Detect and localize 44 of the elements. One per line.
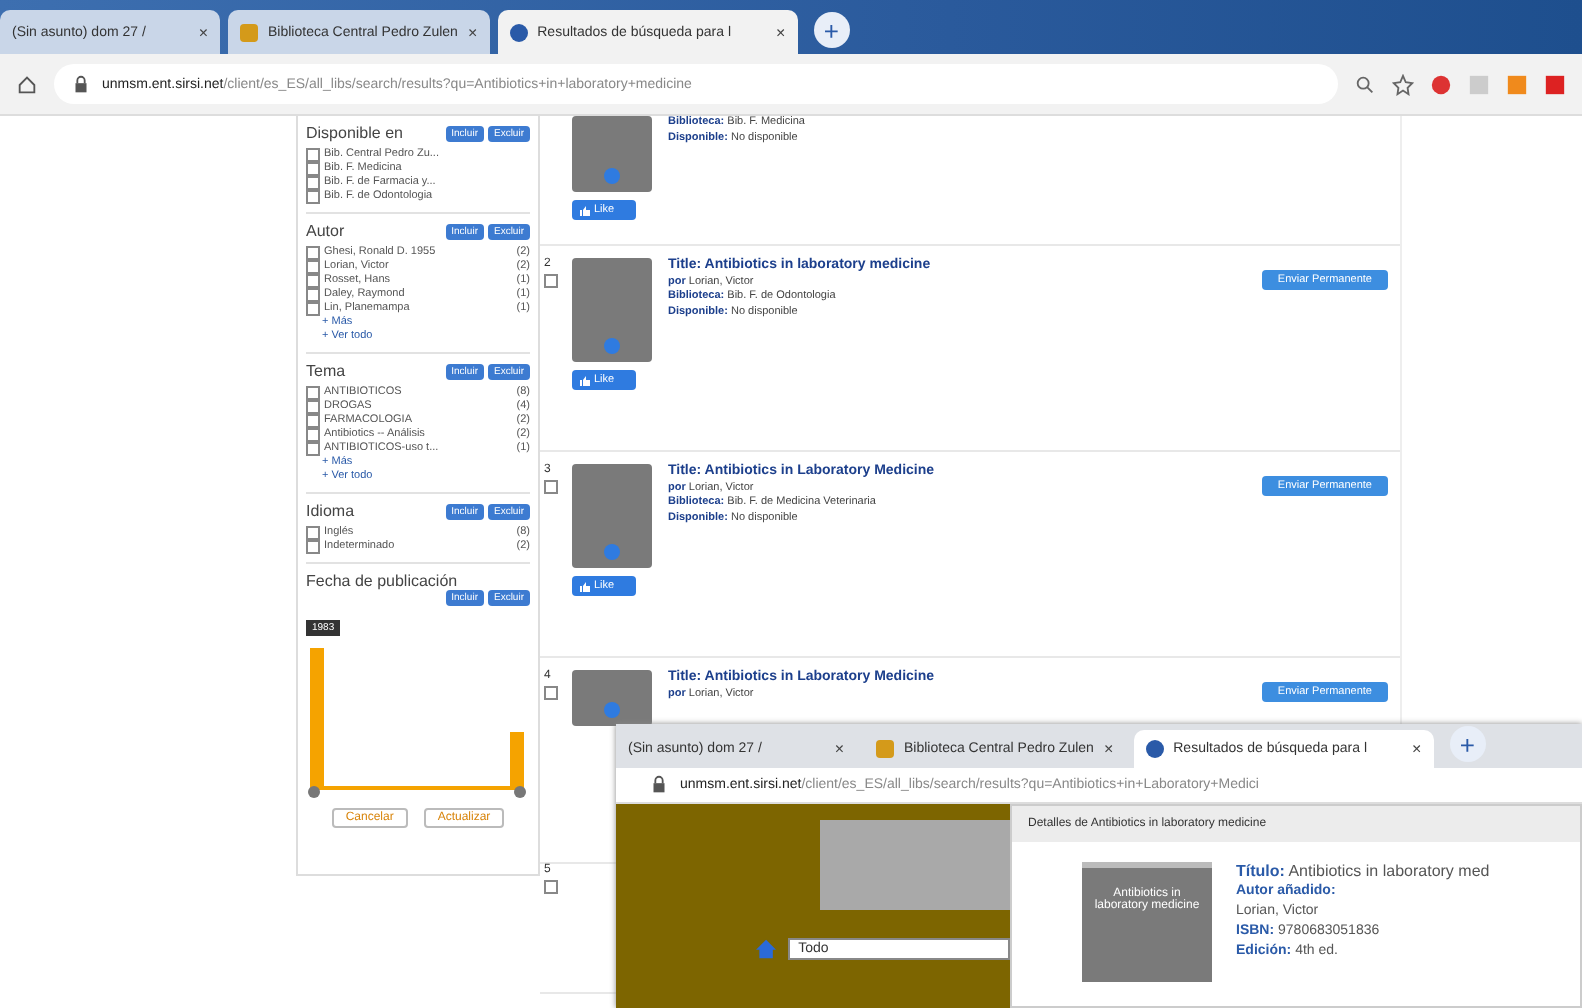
checkbox[interactable] bbox=[544, 274, 558, 288]
checkbox[interactable] bbox=[306, 288, 320, 302]
checkbox[interactable] bbox=[544, 480, 558, 494]
close-icon[interactable]: × bbox=[834, 740, 844, 758]
checkbox[interactable] bbox=[306, 274, 320, 288]
lock-icon bbox=[70, 73, 92, 95]
thumbs-up-icon bbox=[580, 581, 590, 591]
checkbox[interactable] bbox=[306, 400, 320, 414]
lock-icon bbox=[648, 774, 670, 796]
thumbs-up-icon bbox=[580, 205, 590, 215]
checkbox[interactable] bbox=[544, 686, 558, 700]
close-icon[interactable]: × bbox=[467, 23, 478, 41]
detail-field: Título: Antibiotics in laboratory med bbox=[1236, 862, 1490, 882]
globe-icon bbox=[1145, 740, 1164, 758]
checkbox[interactable] bbox=[306, 162, 320, 176]
checkbox[interactable] bbox=[306, 260, 320, 274]
checkbox[interactable] bbox=[306, 526, 320, 540]
checkbox[interactable] bbox=[306, 386, 320, 400]
new-tab-button[interactable]: + bbox=[1449, 726, 1486, 762]
thumbs-up-icon bbox=[580, 375, 590, 385]
star-icon[interactable] bbox=[1392, 73, 1414, 95]
checkbox[interactable] bbox=[306, 428, 320, 442]
close-icon[interactable]: × bbox=[198, 23, 208, 41]
facet-title: Idioma bbox=[306, 502, 355, 520]
checkbox[interactable] bbox=[306, 246, 320, 260]
search-icon[interactable] bbox=[1354, 73, 1376, 95]
new-tab-button[interactable]: + bbox=[813, 12, 850, 48]
home-icon[interactable] bbox=[16, 73, 38, 95]
close-icon[interactable]: × bbox=[1103, 740, 1114, 758]
checkbox[interactable] bbox=[306, 302, 320, 316]
checkbox[interactable] bbox=[306, 414, 320, 428]
globe-icon bbox=[509, 23, 528, 41]
checkbox[interactable] bbox=[306, 540, 320, 554]
checkbox[interactable] bbox=[306, 442, 320, 456]
checkbox[interactable] bbox=[306, 190, 320, 204]
checkbox[interactable] bbox=[306, 148, 320, 162]
facet-title: Tema bbox=[306, 362, 346, 380]
checkbox[interactable] bbox=[306, 176, 320, 190]
checkbox[interactable] bbox=[544, 880, 558, 894]
facet-title: Disponible en bbox=[306, 124, 403, 142]
facet-title: Fecha de publicación bbox=[306, 572, 460, 590]
facet-title: Autor bbox=[306, 222, 345, 240]
close-icon[interactable]: × bbox=[1411, 740, 1422, 758]
close-icon[interactable]: × bbox=[775, 23, 786, 41]
